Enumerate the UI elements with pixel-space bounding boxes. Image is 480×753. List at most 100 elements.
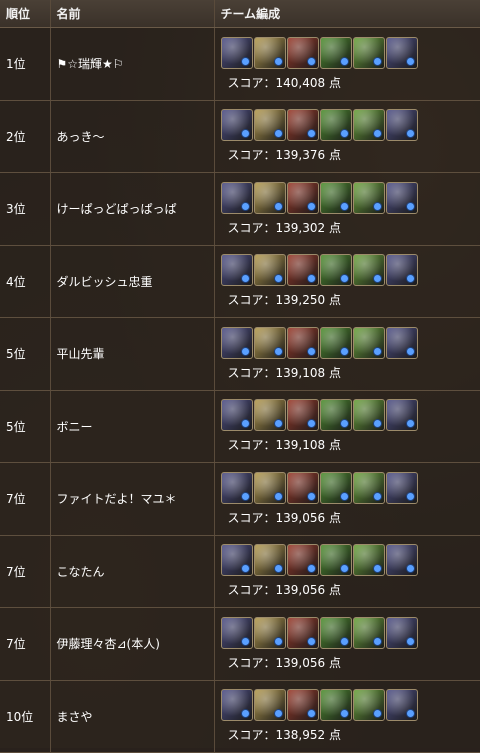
- fire-demon-icon: [286, 616, 319, 649]
- attribute-orb-icon: [339, 636, 349, 646]
- team-monsters: [220, 326, 480, 360]
- dark-dragon-icon: [220, 254, 253, 287]
- attribute-orb-icon: [372, 491, 382, 501]
- score-value: 139,056: [275, 655, 326, 670]
- player-name: 平山先輩: [50, 317, 215, 391]
- fire-demon-icon: [286, 326, 319, 359]
- green-dragon-icon: [319, 109, 352, 142]
- attribute-orb-icon: [306, 419, 316, 429]
- score-line: スコア：139,108 点: [221, 364, 480, 381]
- attribute-orb-icon: [339, 419, 349, 429]
- team-monsters: [220, 399, 480, 432]
- dark-dragon-icon: [385, 471, 418, 504]
- score-unit: 点: [325, 148, 341, 163]
- score-unit: 点: [325, 583, 341, 598]
- score-line: スコア：139,108 点: [221, 436, 480, 453]
- score-unit: 点: [325, 438, 341, 453]
- score-value: 139,250: [275, 293, 326, 308]
- score-line: スコア：140,408 点: [221, 74, 480, 91]
- dark-dragon-icon: [220, 399, 253, 432]
- attribute-orb-icon: [405, 564, 415, 574]
- green-dragon-alt-icon: [352, 254, 385, 287]
- score-value: 139,108: [275, 438, 326, 453]
- light-knight-icon: [253, 616, 286, 649]
- fire-demon-icon: [286, 471, 319, 504]
- light-knight-icon: [253, 689, 286, 722]
- team-cell: スコア：139,056 点: [214, 535, 480, 608]
- rank-cell: 4位: [0, 245, 51, 318]
- attribute-orb-icon: [273, 129, 283, 139]
- header-name: 名前: [50, 0, 215, 28]
- attribute-orb-icon: [240, 709, 250, 719]
- score-label: スコア：: [227, 655, 276, 670]
- attribute-orb-icon: [405, 709, 415, 719]
- score-unit: 点: [325, 655, 341, 670]
- attribute-orb-icon: [273, 709, 283, 719]
- team-cell: スコア：139,302 点: [214, 172, 480, 246]
- score-unit: 点: [325, 75, 341, 90]
- team-monsters: [220, 36, 480, 70]
- score-line: スコア：139,056 点: [221, 509, 480, 526]
- green-dragon-icon: [319, 181, 352, 214]
- attribute-orb-icon: [273, 419, 283, 429]
- dark-dragon-icon: [385, 326, 418, 359]
- dark-dragon-icon: [220, 471, 253, 504]
- score-unit: 点: [325, 728, 341, 743]
- attribute-orb-icon: [339, 709, 349, 719]
- score-label: スコア：: [227, 510, 276, 525]
- attribute-orb-icon: [240, 491, 250, 501]
- score-value: 140,408: [275, 75, 326, 90]
- score-line: スコア：139,056 点: [221, 581, 480, 598]
- fire-demon-icon: [286, 254, 319, 287]
- attribute-orb-icon: [306, 346, 316, 356]
- attribute-orb-icon: [339, 56, 349, 66]
- score-value: 138,952: [275, 728, 326, 743]
- score-value: 139,376: [275, 148, 326, 163]
- player-name: こなたん: [50, 535, 215, 608]
- ranking-table: 順位 名前 チーム編成 1位 ⚑☆瑞輝★⚐ スコア：140,408 点 2位 あっき〜ス…: [0, 0, 480, 753]
- rank-cell: 3位: [0, 172, 51, 246]
- score-label: スコア：: [227, 728, 276, 743]
- ranking-page: 順位 名前 チーム編成 1位 ⚑☆瑞輝★⚐ スコア：140,408 点 2位 あっき〜ス…: [0, 0, 480, 753]
- light-knight-icon: [253, 181, 286, 214]
- attribute-orb-icon: [240, 346, 250, 356]
- table-row: 2位 あっき〜 スコア：139,376 点: [0, 100, 480, 173]
- green-dragon-icon: [319, 254, 352, 287]
- attribute-orb-icon: [240, 274, 250, 284]
- player-name: ボニー: [50, 390, 215, 463]
- green-dragon-alt-icon: [352, 181, 385, 214]
- dark-dragon-icon: [385, 544, 418, 577]
- green-dragon-alt-icon: [352, 471, 385, 504]
- green-dragon-alt-icon: [352, 689, 385, 722]
- attribute-orb-icon: [339, 274, 349, 284]
- score-value: 139,302: [275, 220, 326, 235]
- fire-demon-icon: [286, 109, 319, 142]
- attribute-orb-icon: [306, 274, 316, 284]
- dark-dragon-icon: [220, 544, 253, 577]
- attribute-orb-icon: [306, 201, 316, 211]
- rank-cell: 5位: [0, 390, 51, 463]
- dark-dragon-icon: [220, 36, 253, 69]
- attribute-orb-icon: [339, 129, 349, 139]
- attribute-orb-icon: [240, 564, 250, 574]
- attribute-orb-icon: [372, 274, 382, 284]
- green-dragon-alt-icon: [352, 326, 385, 359]
- light-knight-icon: [253, 254, 286, 287]
- team-monsters: [220, 254, 480, 287]
- attribute-orb-icon: [339, 346, 349, 356]
- green-dragon-icon: [319, 544, 352, 577]
- team-cell: スコア：140,408 点: [214, 27, 480, 101]
- green-dragon-alt-icon: [352, 399, 385, 432]
- rank-cell: 7位: [0, 607, 51, 681]
- green-dragon-alt-icon: [352, 616, 385, 649]
- attribute-orb-icon: [372, 56, 382, 66]
- score-unit: 点: [325, 365, 341, 380]
- score-label: スコア：: [227, 365, 276, 380]
- dark-dragon-icon: [385, 181, 418, 214]
- table-row: 7位 伊藤理々杏⊿(本人) スコア：139,056 点: [0, 607, 480, 681]
- player-name: けーぱっどぱっぱっぱ: [50, 172, 215, 246]
- team-monsters: [220, 109, 480, 142]
- header-team: チーム編成: [214, 0, 480, 28]
- team-cell: スコア：139,056 点: [214, 607, 480, 681]
- attribute-orb-icon: [339, 491, 349, 501]
